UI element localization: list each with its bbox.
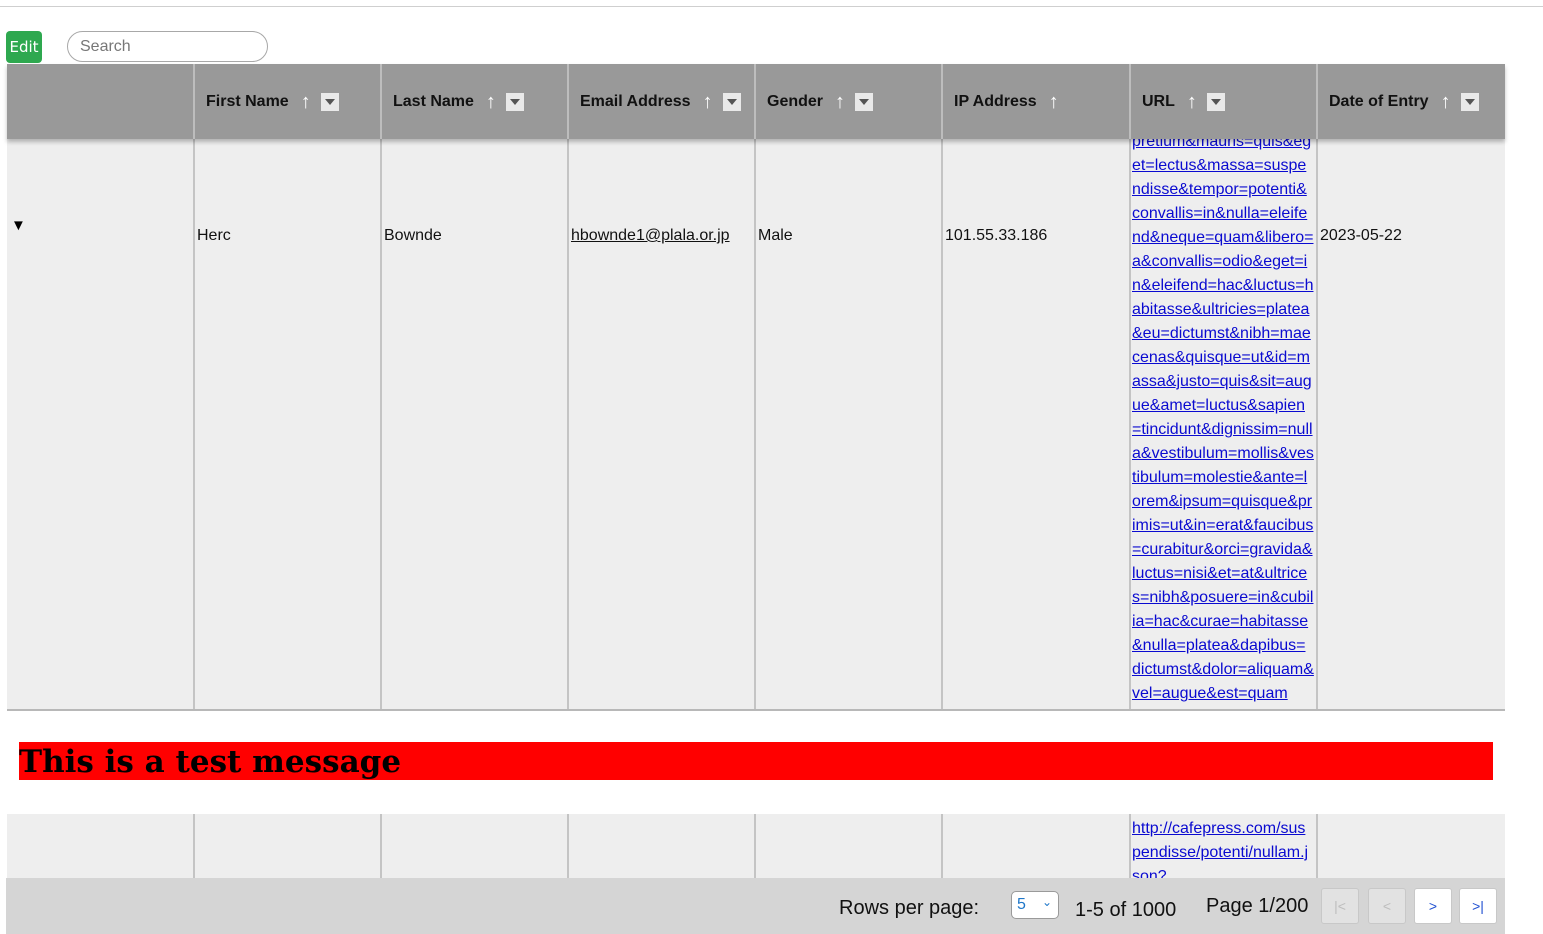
url-link[interactable]: http://cafepress.com/suspendisse/potenti… [1132,817,1314,884]
header-label: Last Name [393,92,474,110]
chevron-down-icon: ⌄ [1041,895,1052,909]
next-page-button[interactable]: > [1414,888,1452,924]
header-label: First Name [206,92,289,110]
cell-url: pretium&mauris=quis&eget=lectus&massa=su… [1131,139,1318,709]
cell-last-name [382,814,569,884]
expand-toggle-icon[interactable]: ▼ [11,217,26,234]
header-first-name[interactable]: First Name ↑ [195,64,382,139]
expander-cell[interactable] [7,814,195,884]
filter-dropdown-icon[interactable] [722,92,741,111]
test-message-banner: This is a test message [19,742,1493,780]
filter-dropdown-icon[interactable] [1206,92,1225,111]
header-last-name[interactable]: Last Name ↑ [382,64,569,139]
cell-date [1318,814,1505,884]
first-name-value: Herc [197,227,231,244]
cell-last-name: Bownde [382,139,569,709]
page-indicator: Page 1/200 [1206,895,1309,917]
search-input[interactable] [67,31,268,62]
sort-arrow-icon[interactable]: ↑ [301,92,311,112]
header-label: URL [1142,92,1175,110]
table-header: First Name ↑ Last Name ↑ Email Address ↑… [7,64,1505,139]
rows-per-page-label: Rows per page: [839,897,980,919]
cell-gender [756,814,943,884]
header-url[interactable]: URL ↑ [1131,64,1318,139]
header-email[interactable]: Email Address ↑ [569,64,756,139]
table-row: http://cafepress.com/suspendisse/potenti… [7,814,1505,884]
cell-ip-address [943,814,1131,884]
first-page-button[interactable]: |< [1321,888,1359,924]
gender-value: Male [758,227,793,244]
cell-email: hbownde1@plala.or.jp [569,139,756,709]
cell-ip-address: 101.55.33.186 [943,139,1131,709]
previous-page-button[interactable]: < [1368,888,1406,924]
sort-arrow-icon[interactable]: ↑ [1187,92,1197,112]
cell-first-name: Herc [195,139,382,709]
expander-cell[interactable]: ▼ [7,139,195,709]
header-ip-address[interactable]: IP Address ↑ [943,64,1131,139]
sort-arrow-icon[interactable]: ↑ [835,92,845,112]
filter-dropdown-icon[interactable] [320,92,339,111]
edit-button[interactable]: Edit [6,31,42,63]
rows-per-page-select[interactable]: 5 ⌄ [1011,891,1059,919]
ip-value: 101.55.33.186 [945,227,1048,244]
last-page-button[interactable]: >| [1459,888,1497,924]
rows-per-page-value: 5 [1017,896,1026,913]
header-gender[interactable]: Gender ↑ [756,64,943,139]
date-value: 2023-05-22 [1320,227,1402,244]
cell-date: 2023-05-22 [1318,139,1505,709]
table-row: ▼ Herc Bownde hbownde1@plala.or.jp Male … [7,139,1505,711]
header-date-of-entry[interactable]: Date of Entry ↑ [1318,64,1505,139]
header-cell-expander [7,64,195,139]
sort-arrow-icon[interactable]: ↑ [1049,92,1059,112]
cell-first-name [195,814,382,884]
row-range-text: 1-5 of 1000 [1075,899,1177,921]
header-label: IP Address [954,92,1037,110]
cell-url: http://cafepress.com/suspendisse/potenti… [1131,814,1318,884]
cell-gender: Male [756,139,943,709]
banner-message: This is a test message [19,744,402,780]
header-label: Date of Entry [1329,92,1429,110]
url-link[interactable]: pretium&mauris=quis&eget=lectus&massa=su… [1132,139,1314,706]
header-label: Gender [767,92,824,110]
header-label: Email Address [580,92,691,110]
sort-arrow-icon[interactable]: ↑ [486,92,496,112]
pagination-bar: Rows per page: 5 ⌄ 1-5 of 1000 Page 1/20… [6,878,1505,934]
filter-dropdown-icon[interactable] [1460,92,1479,111]
filter-dropdown-icon[interactable] [505,92,524,111]
filter-dropdown-icon[interactable] [855,92,874,111]
cell-email [569,814,756,884]
sort-arrow-icon[interactable]: ↑ [703,92,713,112]
email-link[interactable]: hbownde1@plala.or.jp [571,226,730,245]
sort-arrow-icon[interactable]: ↑ [1441,92,1451,112]
top-divider [0,6,1543,7]
last-name-value: Bownde [384,227,442,244]
